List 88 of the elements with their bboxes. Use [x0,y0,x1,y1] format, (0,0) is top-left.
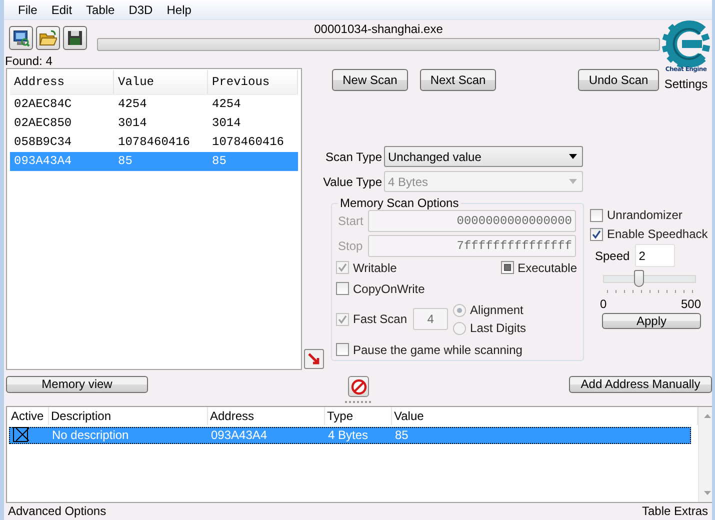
table-cell-text: 85 [117,153,134,170]
table-extras-link[interactable]: Table Extras [642,503,708,520]
table-cell-text: 3014 [211,115,242,132]
caret-icon [569,179,577,184]
checkbox[interactable] [500,261,514,274]
table-cell-text: 4 Bytes [327,428,370,443]
checkbox-label: Executable [518,260,577,274]
active-checkbox[interactable] [13,427,28,442]
stop-label: Stop [337,239,364,253]
toolbar-button[interactable] [9,26,33,50]
stop-button[interactable] [348,376,369,397]
checkbox-label: Fast Scan [353,312,408,326]
scan-button[interactable]: Undo Scan [578,69,659,91]
table-cell-text: 3014 [117,115,148,132]
scan-type-label: Scan Type [326,150,382,164]
menu-item[interactable]: Edit [44,2,80,16]
checkbox-label: Unrandomizer [607,208,682,222]
checkbox-label: Pause the game while scanning [353,342,522,356]
scan-button[interactable]: New Scan [332,69,408,91]
slider-max: 500 [680,298,701,311]
result-row[interactable]: 02AEC850 3014 3014 [10,114,298,133]
toolbar-button[interactable] [63,26,87,50]
scroll-down-icon [704,491,711,495]
column-header[interactable]: Address [10,70,114,94]
toolbar-button[interactable] [36,26,60,50]
checkbox[interactable] [336,343,349,356]
checkbox[interactable] [590,228,603,240]
scan-type-dropdown[interactable]: Unchanged value [384,146,583,167]
checkbox-label: Writable [353,260,397,274]
speed-slider[interactable] [603,270,696,286]
speed-field[interactable]: 2 [634,244,675,267]
arrow-icon [307,352,321,366]
checkbox-label: Enable Speedhack [607,227,708,241]
table-cell-text: 02AEC850 [13,115,73,132]
slider-thumb[interactable] [634,270,644,287]
column-header[interactable]: Type [325,407,392,425]
table-cell-text: 4254 [117,96,148,113]
radio-button[interactable] [453,322,466,334]
radio-button[interactable] [453,304,466,316]
save-icon [66,29,84,47]
add-to-list-button[interactable] [304,349,324,369]
scroll-up-icon [704,414,711,418]
table-cell-text: 093A43A4 [13,153,73,170]
prohibited-icon [350,378,366,394]
gear-logo-icon [662,20,710,68]
cross-mark-icon [16,428,29,441]
radio-label: Last Digits [470,321,526,335]
menu-item[interactable]: Table [79,2,122,16]
result-row[interactable]: 058B9C34 1078460416 1078460416 [10,133,298,152]
menu-item[interactable]: File [11,2,44,16]
checkbox[interactable] [336,282,349,295]
group-title: Memory Scan Options [339,196,460,210]
table-cell-text: 1078460416 [211,134,286,151]
speed-label: Speed [595,248,630,262]
computer-icon [12,29,30,47]
menu-item[interactable]: Help [160,2,198,16]
column-header[interactable]: Value [114,70,208,94]
found-count: Found: 4 [5,55,54,68]
scrollbar[interactable] [698,407,712,502]
caret-icon [569,154,577,159]
column-header[interactable]: Previous [208,70,298,94]
scan-button[interactable]: Next Scan [420,69,496,91]
settings-link[interactable]: Settings [664,77,708,91]
table-cell-text: 85 [394,428,410,443]
checkbox-label: CopyOnWrite [353,282,425,296]
start-label: Start [337,214,364,228]
column-header[interactable]: Address [208,407,325,425]
apply-button[interactable]: Apply [602,313,701,329]
add-address-button[interactable]: Add Address Manually [569,376,712,393]
advanced-options-link[interactable]: Advanced Options [8,503,106,520]
table-cell-text: 058B9C34 [13,134,73,151]
process-title: 00001034-shanghai.exe [314,22,443,36]
table-cell-text: 02AEC84C [13,96,73,113]
menu-item[interactable]: D3D [122,2,160,16]
column-header[interactable]: Description [49,407,208,425]
folder-icon [39,29,57,47]
column-header[interactable]: Active [9,407,49,425]
slider-min: 0 [600,298,607,311]
result-row[interactable]: 02AEC84C 4254 4254 [10,95,298,114]
table-cell-text: 1078460416 [117,134,192,151]
table-cell-text: No description [51,428,130,443]
value-type-label: Value Type [323,174,382,188]
radio-label: Alignment [470,303,524,317]
memory-view-button[interactable]: Memory view [6,376,148,393]
table-cell-text: 4254 [211,96,242,113]
table-cell-text: 093A43A4 [210,428,268,443]
table-cell-text: 85 [211,153,228,170]
checkbox[interactable] [590,208,603,222]
